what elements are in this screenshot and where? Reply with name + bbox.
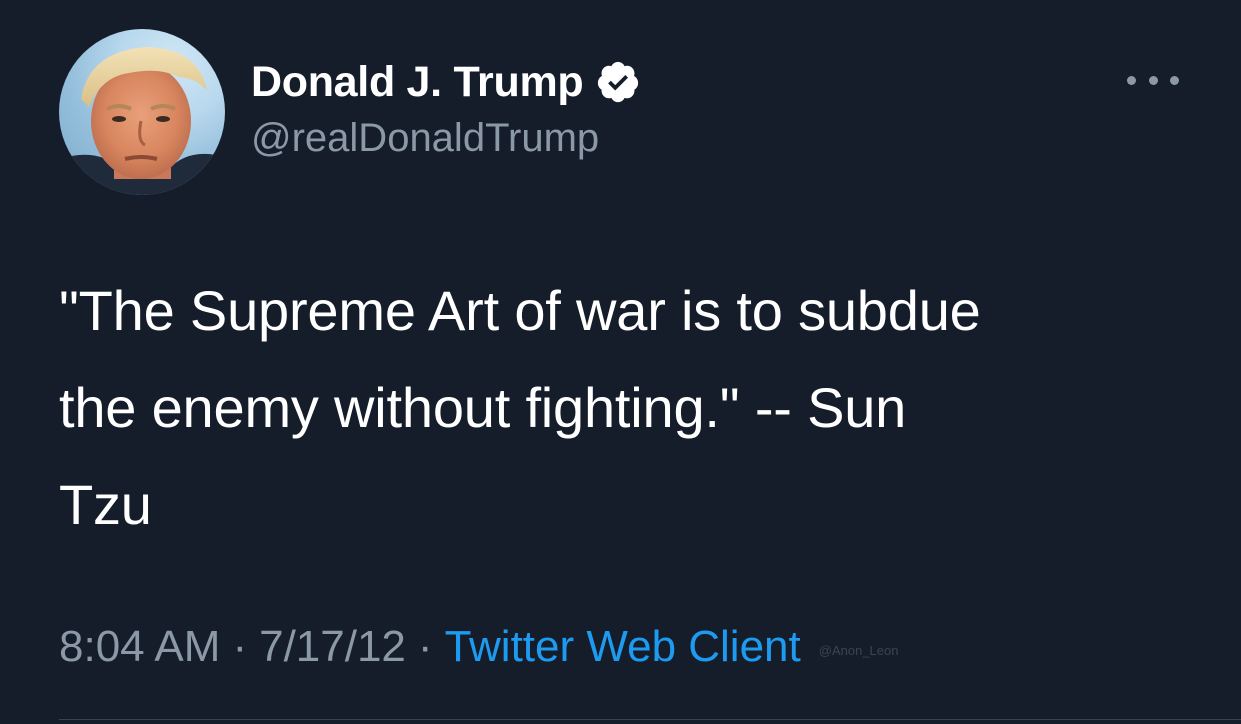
divider <box>59 719 1241 720</box>
author-display-name[interactable]: Donald J. Trump <box>251 58 584 107</box>
author-handle[interactable]: @realDonaldTrump <box>251 116 641 161</box>
tweet-source-link[interactable]: Twitter Web Client <box>445 622 801 672</box>
avatar[interactable] <box>59 29 225 195</box>
more-options-icon[interactable] <box>1127 68 1179 92</box>
meta-separator: · <box>417 622 433 671</box>
tweet-detail: Donald J. Trump @realDonaldTrump "The Su… <box>0 0 1241 724</box>
tweet-meta: 8:04 AM · 7/17/12 · Twitter Web Client @… <box>59 622 898 672</box>
watermark: @Anon_Leon <box>818 642 899 658</box>
tweet-time[interactable]: 8:04 AM <box>59 622 220 672</box>
dot <box>1127 75 1136 85</box>
author-name-row: Donald J. Trump <box>251 56 641 108</box>
author-info[interactable]: Donald J. Trump @realDonaldTrump <box>251 56 641 161</box>
tweet-date[interactable]: 7/17/12 <box>259 622 406 672</box>
dot <box>1148 75 1158 85</box>
tweet-text: "The Supreme Art of war is to subdue the… <box>59 279 981 536</box>
avatar-photo <box>59 47 225 195</box>
verified-badge-icon <box>595 59 641 105</box>
meta-separator: · <box>232 622 248 671</box>
dot <box>1170 75 1179 85</box>
